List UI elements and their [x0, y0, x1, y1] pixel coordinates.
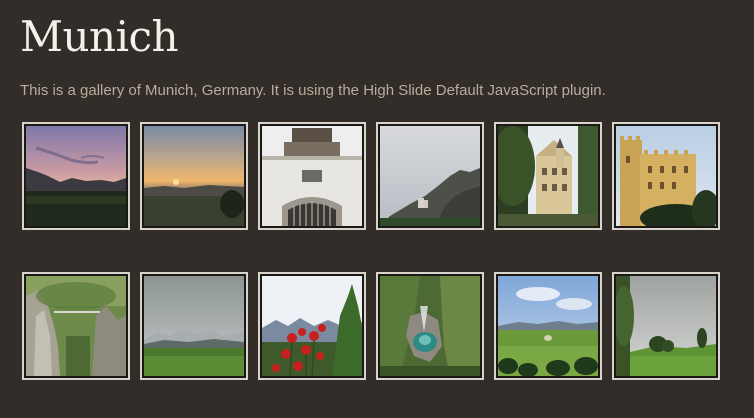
- gallery-thumbnail[interactable]: [612, 272, 720, 380]
- gallery-thumbnail[interactable]: [376, 272, 484, 380]
- red-flowers-photo: [262, 276, 362, 376]
- gorge-bridge-photo: [26, 276, 126, 376]
- gallery-thumbnail[interactable]: [22, 122, 130, 230]
- meadow-mountains-photo: [144, 276, 244, 376]
- gallery-thumbnail[interactable]: [258, 122, 366, 230]
- mountain-castle-photo: [380, 126, 480, 226]
- page-title: Munich: [20, 12, 179, 61]
- ochre-castle-photo: [616, 126, 716, 226]
- sunset-valley-photo: [144, 126, 244, 226]
- twilight-hills-photo: [26, 126, 126, 226]
- waterfall-gorge-photo: [380, 276, 480, 376]
- gallery-description: This is a gallery of Munich, Germany. It…: [20, 82, 606, 99]
- gallery-thumbnail[interactable]: [494, 272, 602, 380]
- gallery-thumbnail[interactable]: [258, 272, 366, 380]
- meadow-trees-photo: [616, 276, 716, 376]
- gallery-thumbnail[interactable]: [494, 122, 602, 230]
- gallery-thumbnail[interactable]: [22, 272, 130, 380]
- thumbnail-gallery: [22, 122, 722, 380]
- gallery-thumbnail[interactable]: [612, 122, 720, 230]
- gatehouse-photo: [262, 126, 362, 226]
- yellow-castle-photo: [498, 126, 598, 226]
- gallery-thumbnail[interactable]: [140, 122, 248, 230]
- green-fields-photo: [498, 276, 598, 376]
- gallery-thumbnail[interactable]: [376, 122, 484, 230]
- gallery-thumbnail[interactable]: [140, 272, 248, 380]
